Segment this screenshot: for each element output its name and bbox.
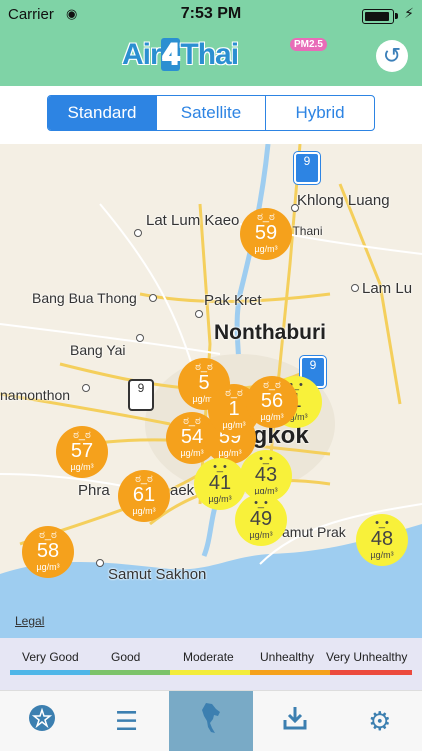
pm-badge: PM2.5 [290, 38, 327, 51]
legend-moderate-bar [170, 670, 250, 675]
town-dot [149, 294, 157, 302]
download-icon [281, 704, 309, 739]
segment-satellite[interactable]: Satellite [157, 96, 266, 130]
place-label: Lam Lu [362, 280, 413, 297]
legend-unhealthy-label: Unhealthy [260, 650, 315, 664]
legend-good-label: Good [111, 650, 141, 664]
town-dot [134, 229, 142, 237]
segment-hybrid[interactable]: Hybrid [266, 96, 374, 130]
tab-bar: ☰ ⚙ [0, 690, 422, 751]
place-label: Nonthaburi [214, 321, 326, 344]
aqi-station-marker[interactable]: ಠ_ಠ 58 µg/m³ [22, 526, 74, 578]
highway-shield-icon: 9 [294, 152, 320, 184]
gear-icon: ⚙ [368, 705, 392, 736]
favorite-location-icon [27, 703, 57, 740]
legend-very-good-bar [10, 670, 90, 675]
legend-good-bar [90, 670, 170, 675]
map-type-segmented-control: Standard Satellite Hybrid [47, 95, 375, 131]
map-view[interactable]: Khlong Luang Lat Lum Kaeo Pathum Thani B… [0, 144, 422, 638]
thailand-map-icon [198, 701, 224, 742]
aqi-station-marker[interactable]: ಠ_ಠ 61 µg/m³ [118, 470, 170, 522]
place-label: namonthon [0, 387, 71, 403]
town-dot [96, 559, 104, 567]
legend-very-unhealthy-label: Very Unhealthy [326, 650, 408, 664]
place-label: Samut Sakhon [108, 566, 207, 583]
town-dot [136, 334, 144, 342]
place-label: Pak Kret [204, 292, 262, 309]
charging-icon: ⚡ [404, 5, 414, 21]
tab-download[interactable] [253, 691, 337, 751]
refresh-icon: ↺ [382, 43, 402, 68]
legend-moderate-label: Moderate [183, 650, 234, 664]
app-logo: Air4Thai [122, 38, 239, 71]
place-label: Lat Lum Kaeo [146, 212, 240, 229]
aqi-station-marker[interactable]: ಠ_ಠ 59 µg/m³ [240, 208, 292, 260]
battery-icon [362, 9, 398, 24]
place-label: aek [170, 482, 195, 499]
refresh-button[interactable]: ↺ [376, 40, 408, 72]
aqi-station-marker[interactable]: •_• 49 µg/m³ [235, 494, 287, 546]
aqi-legend-scale: Very Good Good Moderate Unhealthy Very U… [10, 648, 412, 676]
place-label: amut Prak [282, 524, 346, 540]
highway-shield-icon: 9 [128, 379, 154, 411]
aqi-station-marker[interactable]: ಠ_ಠ 57 µg/m³ [56, 426, 108, 478]
legal-link[interactable]: Legal [15, 614, 44, 628]
town-dot [195, 310, 203, 318]
tab-settings[interactable]: ⚙ [338, 691, 422, 751]
app-header: Air4Thai PM2.5 ↺ [0, 30, 422, 86]
aqi-station-marker[interactable]: ಠ_ಠ 56 µg/m³ [246, 376, 298, 428]
aqi-station-marker[interactable]: •_• 48 µg/m³ [356, 514, 408, 566]
tab-list[interactable]: ☰ [84, 691, 168, 751]
town-dot [82, 384, 90, 392]
legend-very-unhealthy-bar [330, 670, 412, 675]
aqi-legend: Very Good Good Moderate Unhealthy Very U… [0, 638, 422, 690]
legend-unhealthy-bar [250, 670, 330, 675]
place-label: Bang Yai [70, 342, 126, 358]
place-label: Bang Bua Thong [32, 290, 137, 306]
tab-map[interactable] [168, 691, 254, 751]
list-icon: ☰ [114, 705, 139, 736]
legend-very-good-label: Very Good [22, 650, 79, 664]
clock: 7:53 PM [180, 5, 242, 22]
place-label: Khlong Luang [297, 192, 390, 209]
map-type-bar: Standard Satellite Hybrid [0, 86, 422, 145]
segment-standard[interactable]: Standard [48, 96, 157, 130]
status-bar: Carrier ◉ 7:53 PM ⚡ [0, 0, 422, 30]
place-label: Phra [78, 482, 110, 499]
town-dot [351, 284, 359, 292]
tab-favorites[interactable] [0, 691, 84, 751]
town-dot [291, 204, 299, 212]
